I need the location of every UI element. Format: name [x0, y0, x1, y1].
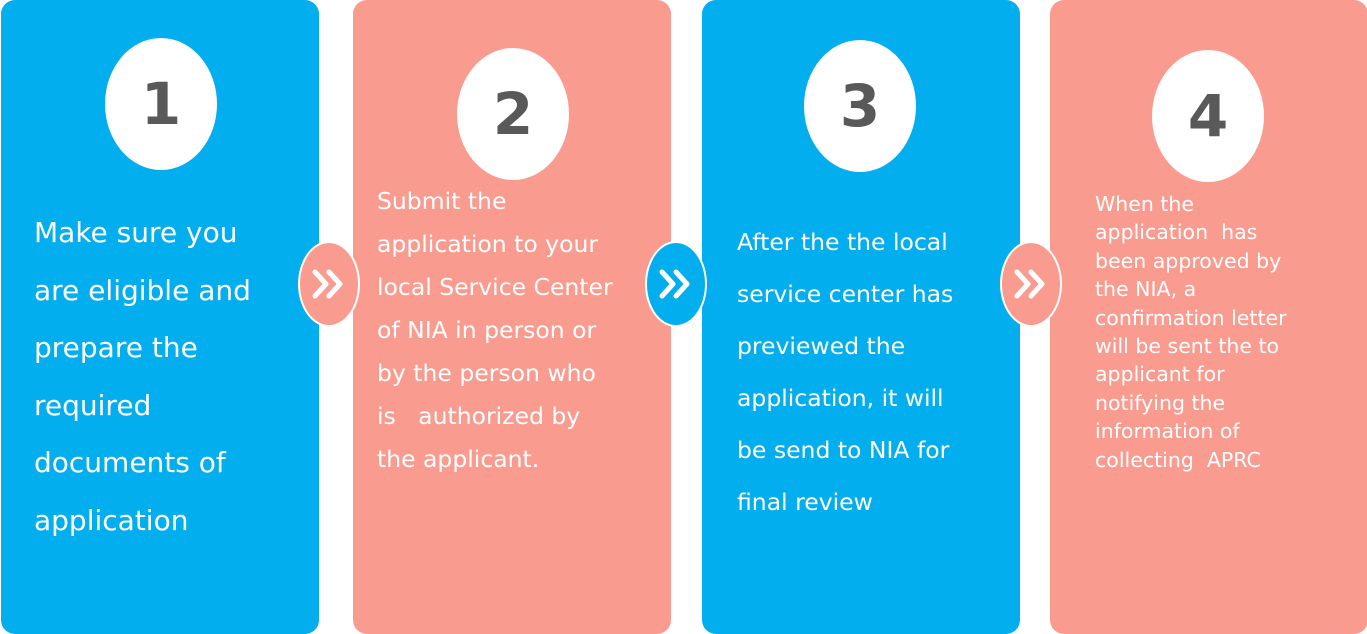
text-line: application to your	[377, 230, 599, 258]
step-card-4: 4 When the application has been approved…	[1050, 0, 1367, 634]
text-line: applicant for	[1095, 362, 1225, 387]
step-card-2: 2 Submit the application to your local S…	[353, 0, 671, 634]
double-chevron-right-icon	[1000, 241, 1062, 327]
step-number-circle: 3	[804, 40, 916, 172]
text-line: Make sure you	[34, 216, 238, 249]
text-line: be send to NIA for	[737, 436, 950, 464]
text-line: by the person who	[377, 359, 596, 387]
text-line: is authorized by	[377, 402, 581, 430]
step-number: 3	[839, 72, 881, 140]
text-line: information of	[1095, 419, 1240, 444]
text-line: of NIA in person or	[377, 316, 597, 344]
step-number-circle: 1	[105, 38, 217, 170]
text-line: confirmation letter	[1095, 305, 1287, 330]
text-line: required	[34, 388, 152, 422]
text-line: Submit the	[377, 187, 507, 215]
text-line: application, it will	[737, 384, 944, 412]
step-number: 1	[140, 70, 182, 138]
text-line: final review	[737, 488, 873, 516]
text-line: collecting APRC	[1095, 447, 1261, 472]
text-line: been approved by	[1095, 248, 1282, 273]
text-line: application	[34, 503, 189, 537]
text-line: prepare the	[34, 331, 198, 364]
text-line: the NIA, a	[1095, 277, 1197, 302]
text-line: application has	[1095, 220, 1258, 245]
step-number-circle: 2	[457, 48, 569, 180]
step-description: Submit the application to your local Ser…	[377, 180, 669, 481]
step-number: 2	[492, 80, 534, 148]
step-card-3: 3 After the the local service center has…	[702, 0, 1020, 634]
text-line: notifying the	[1095, 390, 1226, 415]
text-line: After the the local	[737, 228, 948, 256]
text-line: When the	[1095, 192, 1195, 216]
step-description: After the the local service center has p…	[737, 216, 1007, 528]
step-number-circle: 4	[1152, 50, 1264, 182]
text-line: the applicant.	[377, 445, 540, 473]
text-line: local Service Center	[377, 273, 613, 301]
text-line: will be sent the to	[1095, 334, 1280, 359]
step-description: When the application has been approved b…	[1095, 190, 1363, 474]
text-line: previewed the	[737, 332, 906, 360]
double-chevron-right-icon	[645, 241, 707, 327]
step-card-1: 1 Make sure you are eligible and prepare…	[1, 0, 319, 634]
step-description: Make sure you are eligible and prepare t…	[34, 204, 294, 549]
double-chevron-right-icon	[298, 241, 360, 327]
text-line: service center has	[737, 280, 954, 308]
text-line: documents of	[34, 446, 226, 479]
text-line: are eligible and	[34, 273, 251, 307]
step-number: 4	[1187, 82, 1229, 150]
